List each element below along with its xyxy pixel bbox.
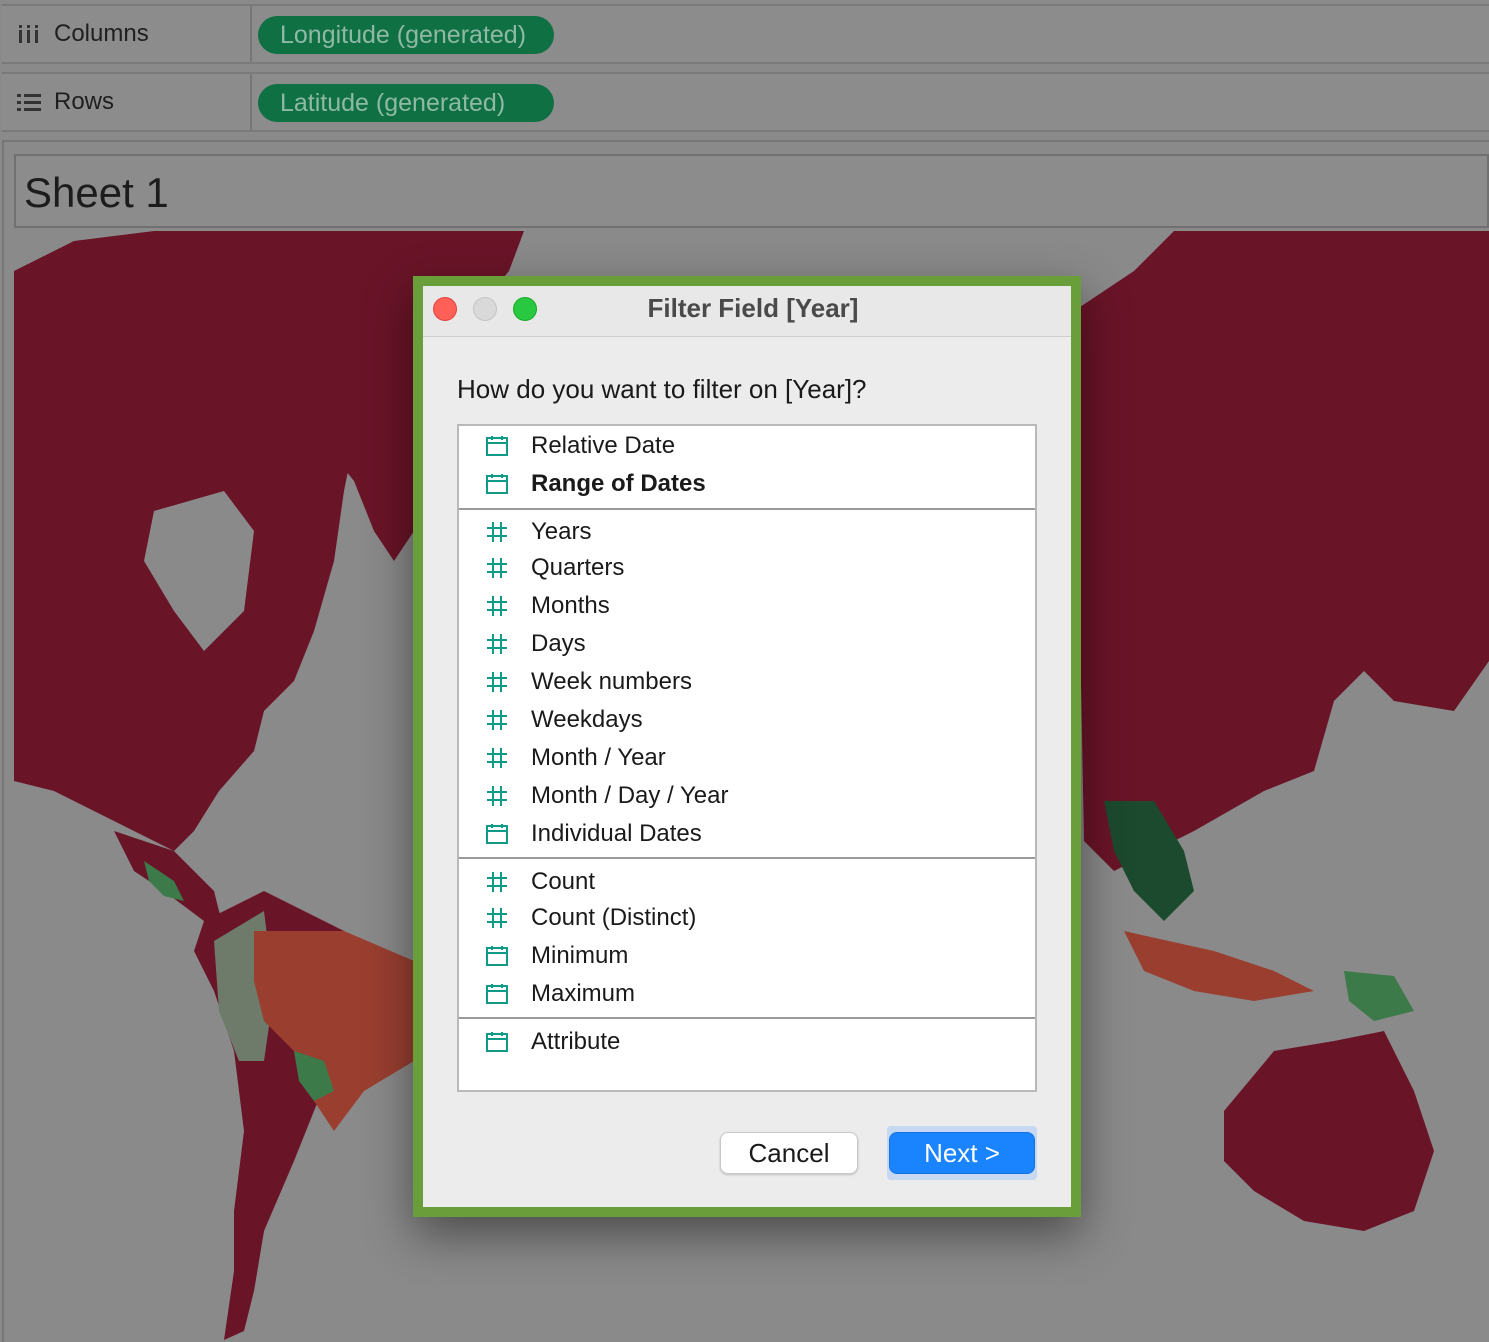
- list-item-month-day-year[interactable]: Month / Day / Year: [459, 778, 1035, 814]
- item-label: Minimum: [531, 942, 629, 969]
- calendar-icon: [486, 946, 508, 966]
- hash-icon: [487, 672, 507, 692]
- hash-icon: [487, 872, 507, 892]
- list-item-minimum[interactable]: Minimum: [459, 938, 1035, 974]
- list-item-count[interactable]: Count: [459, 864, 1035, 900]
- item-label: Months: [531, 592, 610, 619]
- item-label: Count: [531, 868, 596, 895]
- list-item-months[interactable]: Months: [459, 588, 1035, 624]
- calendar-icon: [486, 824, 508, 844]
- item-label: Maximum: [531, 980, 636, 1007]
- hash-icon: [487, 522, 507, 542]
- rows-label: Rows: [54, 88, 115, 115]
- hash-icon: [487, 596, 507, 616]
- list-separator: [459, 508, 1035, 510]
- list-item-month-year[interactable]: Month / Year: [459, 740, 1035, 776]
- calendar-icon: [486, 474, 508, 494]
- calendar-icon: [486, 984, 508, 1004]
- list-item-weekdays[interactable]: Weekdays: [459, 702, 1035, 738]
- list-item-attribute[interactable]: Attribute: [459, 1024, 1035, 1060]
- hash-icon: [487, 710, 507, 730]
- item-label: Weekdays: [531, 706, 643, 733]
- item-label: Years: [531, 518, 592, 545]
- item-label: Attribute: [531, 1028, 621, 1055]
- item-label: Range of Dates: [531, 470, 706, 497]
- list-item-days[interactable]: Days: [459, 626, 1035, 662]
- item-label: Count (Distinct): [531, 904, 697, 931]
- rows-label-box: Rows: [2, 74, 252, 130]
- sheet-title[interactable]: Sheet 1: [14, 154, 1489, 228]
- columns-shelf: Columns Longitude (generated): [2, 4, 1489, 64]
- list-item-range-of-dates[interactable]: Range of Dates: [459, 466, 1035, 502]
- filter-dialog-frame: Filter Field [Year] How do you want to f…: [413, 276, 1081, 1217]
- latitude-pill[interactable]: Latitude (generated): [258, 84, 554, 122]
- list-item-count-distinct[interactable]: Count (Distinct): [459, 900, 1035, 936]
- item-label: Week numbers: [531, 668, 692, 695]
- map-indonesia: [1124, 931, 1314, 1001]
- next-button[interactable]: Next >: [889, 1132, 1035, 1174]
- item-label: Days: [531, 630, 586, 657]
- map-australia: [1224, 1031, 1434, 1231]
- hash-icon: [487, 786, 507, 806]
- columns-icon: [19, 25, 38, 43]
- hash-icon: [487, 558, 507, 578]
- hash-icon: [487, 634, 507, 654]
- longitude-pill[interactable]: Longitude (generated): [258, 16, 554, 54]
- dialog-title: Filter Field [Year]: [647, 293, 859, 323]
- list-item-maximum[interactable]: Maximum: [459, 976, 1035, 1012]
- item-label: Month / Day / Year: [531, 782, 729, 809]
- list-item-week-numbers[interactable]: Week numbers: [459, 664, 1035, 700]
- filter-question: How do you want to filter on [Year]?: [457, 374, 867, 404]
- item-label: Individual Dates: [531, 820, 702, 847]
- filter-dialog: Filter Field [Year] How do you want to f…: [423, 286, 1071, 1207]
- list-separator: [459, 1017, 1035, 1019]
- rows-icon: [17, 94, 41, 111]
- filter-type-list[interactable]: Relative Date Range of Dates Years Quart…: [457, 424, 1037, 1092]
- hash-icon: [487, 748, 507, 768]
- item-label: Month / Year: [531, 744, 666, 771]
- list-item-individual-dates[interactable]: Individual Dates: [459, 816, 1035, 852]
- calendar-icon: [486, 1032, 508, 1052]
- map-new-guinea: [1344, 971, 1414, 1021]
- hash-icon: [487, 908, 507, 928]
- item-label: Quarters: [531, 554, 625, 581]
- item-label: Relative Date: [531, 432, 676, 459]
- cancel-button[interactable]: Cancel: [720, 1132, 858, 1174]
- list-item-quarters[interactable]: Quarters: [459, 550, 1035, 586]
- map-eurasia: [1074, 231, 1489, 871]
- calendar-icon: [486, 436, 508, 456]
- dialog-titlebar[interactable]: Filter Field [Year]: [423, 286, 1071, 337]
- list-item-years[interactable]: Years: [459, 514, 1035, 550]
- list-separator: [459, 857, 1035, 859]
- columns-label: Columns: [54, 20, 149, 47]
- columns-label-box: Columns: [2, 6, 252, 62]
- rows-shelf: Rows Latitude (generated): [2, 72, 1489, 132]
- list-item-relative-date[interactable]: Relative Date: [459, 428, 1035, 464]
